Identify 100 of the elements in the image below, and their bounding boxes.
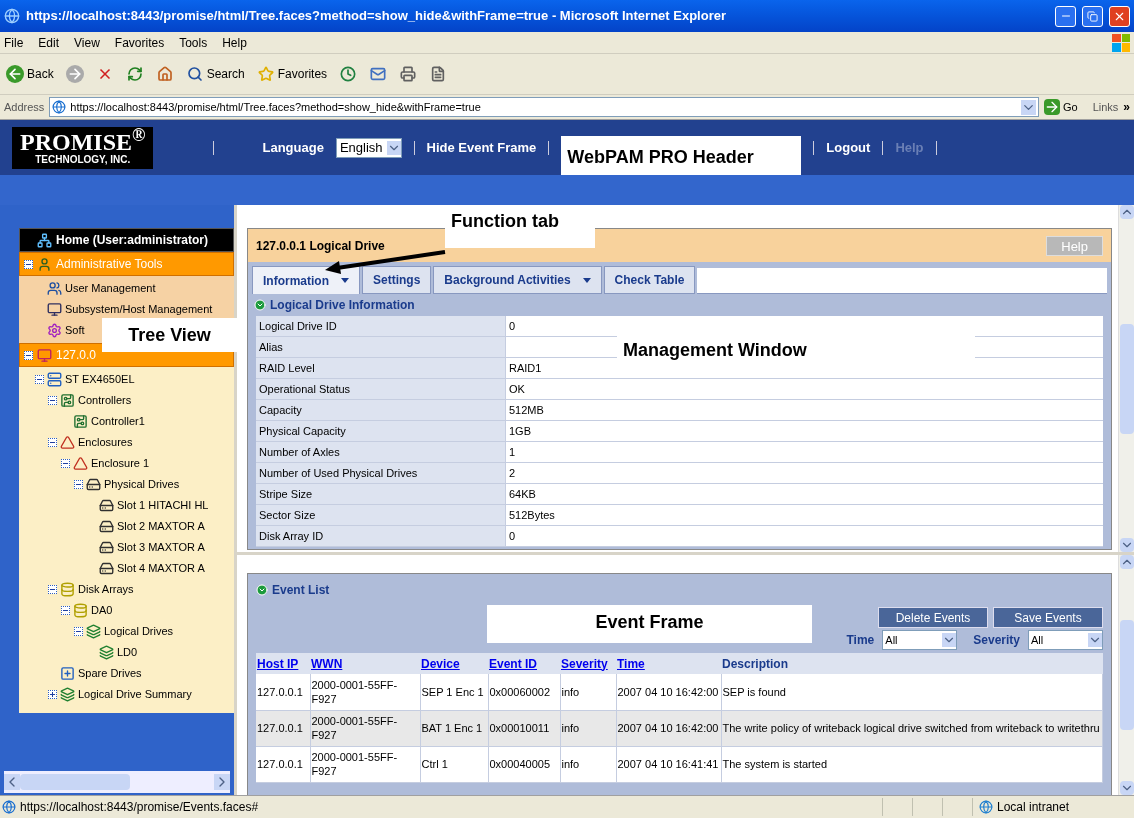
column-header-link[interactable]: Severity xyxy=(561,656,608,671)
filter-select[interactable]: All xyxy=(1028,630,1103,650)
browser-icon xyxy=(4,8,20,24)
property-value: 512MB xyxy=(506,400,1103,420)
column-header-link[interactable]: Description xyxy=(722,656,788,671)
scroll-up-icon[interactable] xyxy=(1119,555,1134,569)
scroll-down-icon[interactable] xyxy=(1119,538,1134,552)
tree-item[interactable]: Disk Arrays xyxy=(78,581,134,598)
tree-item[interactable]: Logical Drives xyxy=(104,623,174,640)
database-icon xyxy=(60,582,75,597)
toolbar-button[interactable]: Favorites xyxy=(254,61,330,87)
scroll-thumb[interactable] xyxy=(1119,620,1134,730)
property-value: 1 xyxy=(506,442,1103,462)
server-icon xyxy=(47,372,62,387)
monitor-icon xyxy=(37,347,52,363)
menu-item[interactable]: File xyxy=(4,33,24,52)
layers-icon xyxy=(60,687,75,702)
tree-toggle[interactable] xyxy=(48,396,57,405)
collapse-icon[interactable] xyxy=(254,299,266,311)
column-header-link[interactable]: Device xyxy=(421,656,460,671)
tree-toggle[interactable] xyxy=(74,480,83,489)
tab[interactable]: Settings xyxy=(362,266,432,294)
tree-toggle[interactable] xyxy=(24,350,33,360)
tree-item[interactable]: Physical Drives xyxy=(104,476,180,493)
more-chevron[interactable]: » xyxy=(1123,98,1130,116)
minimize-button[interactable] xyxy=(1055,5,1076,27)
property-label: Operational Status xyxy=(256,379,506,399)
tree-toggle[interactable] xyxy=(74,627,83,636)
tree-item[interactable]: Soft xyxy=(65,322,85,339)
callout-label: Tree View xyxy=(102,318,237,352)
scroll-thumb[interactable] xyxy=(1119,323,1134,434)
tree-item[interactable]: DA0 xyxy=(91,602,113,619)
close-button[interactable] xyxy=(1109,5,1130,27)
scrollbar[interactable] xyxy=(4,771,230,793)
menu-item[interactable]: Favorites xyxy=(114,33,165,52)
tree-toggle[interactable] xyxy=(35,375,44,384)
tree-item[interactable]: Enclosure 1 xyxy=(91,455,150,472)
restore-button[interactable] xyxy=(1082,5,1103,27)
scroll-down-icon[interactable] xyxy=(1119,781,1134,795)
tree-item[interactable]: Slot 2 MAXTOR A xyxy=(117,518,205,535)
tree-item[interactable]: Logical Drive Summary xyxy=(78,686,192,703)
toolbar-button[interactable]: Search xyxy=(183,61,247,87)
tree-toggle[interactable] xyxy=(48,438,57,447)
scroll-thumb[interactable] xyxy=(20,774,130,790)
wedge-icon xyxy=(73,456,88,471)
address-field[interactable]: https://localhost:8443/promise/html/Tree.faces?method=show_hide&withFrame=true xyxy=(49,97,1039,117)
filter-label: Time xyxy=(846,632,875,649)
tree-item[interactable]: Spare Drives xyxy=(78,665,142,682)
scrollbar[interactable] xyxy=(1118,555,1134,795)
column-header-link[interactable]: Event ID xyxy=(489,656,537,671)
scroll-right-icon[interactable] xyxy=(214,774,230,790)
tree-toggle[interactable] xyxy=(48,585,57,594)
tree-item[interactable]: ST EX4650EL xyxy=(65,371,135,388)
property-label: Stripe Size xyxy=(256,484,506,504)
tree-item[interactable]: Slot 1 HITACHI HL xyxy=(117,497,209,514)
table-cell: info xyxy=(560,674,616,710)
menu-item[interactable]: View xyxy=(74,33,100,52)
tree-item[interactable]: Enclosures xyxy=(78,434,133,451)
column-header-link[interactable]: Time xyxy=(617,656,645,671)
circuit-board-icon xyxy=(73,414,88,429)
menu-item[interactable]: Help xyxy=(222,33,247,52)
property-value: 1GB xyxy=(506,421,1103,441)
tree-item[interactable]: Subsystem/Host Management xyxy=(65,301,213,318)
menu-item[interactable]: Edit xyxy=(38,33,60,52)
scroll-up-icon[interactable] xyxy=(1119,205,1134,219)
tree-item[interactable]: Slot 4 MAXTOR A xyxy=(117,560,205,577)
action-button[interactable]: Delete Events xyxy=(878,607,988,628)
tree-item[interactable]: LD0 xyxy=(117,644,138,661)
tree-toggle[interactable] xyxy=(61,606,70,615)
caret-icon[interactable] xyxy=(582,277,591,283)
filter-select[interactable]: All xyxy=(882,630,958,650)
zone-text: Local intranet xyxy=(997,799,1070,816)
tree-toggle[interactable] xyxy=(24,259,33,269)
section-title: Logical Drive Information xyxy=(270,297,415,314)
tab[interactable]: Background Activities xyxy=(433,266,602,294)
tree-item[interactable]: Controllers xyxy=(78,392,132,409)
header-link[interactable]: Hide Event Frame xyxy=(426,137,537,158)
tree-toggle[interactable] xyxy=(61,459,70,468)
menu-item[interactable]: Tools xyxy=(179,33,208,52)
tree-toggle[interactable] xyxy=(48,690,57,699)
column-header-link[interactable]: WWN xyxy=(311,656,343,671)
links-label[interactable]: Links xyxy=(1082,98,1119,116)
tab[interactable]: Check Table xyxy=(603,266,696,294)
header-link[interactable]: Logout xyxy=(826,137,871,158)
toolbar-button[interactable]: Back xyxy=(4,61,56,87)
tree-item[interactable]: Home (User:administrator) xyxy=(56,231,209,249)
tree-item[interactable]: Slot 3 MAXTOR A xyxy=(117,539,205,556)
table-cell: BAT 1 Enc 1 xyxy=(420,710,488,746)
collapse-icon[interactable] xyxy=(256,584,268,596)
action-button[interactable]: Save Events xyxy=(993,607,1103,628)
windows-logo-icon xyxy=(1112,33,1130,52)
tree-item[interactable]: User Management xyxy=(65,280,156,297)
column-header-link[interactable]: Host IP xyxy=(257,656,299,671)
language-select[interactable]: English xyxy=(335,137,402,158)
tab[interactable]: Information xyxy=(252,266,360,294)
go-button[interactable]: Go xyxy=(1043,98,1078,116)
mail-icon xyxy=(369,65,388,83)
tree-item[interactable]: Controller1 xyxy=(91,413,145,430)
scrollbar[interactable] xyxy=(1118,205,1134,552)
scroll-left-icon[interactable] xyxy=(4,774,20,790)
